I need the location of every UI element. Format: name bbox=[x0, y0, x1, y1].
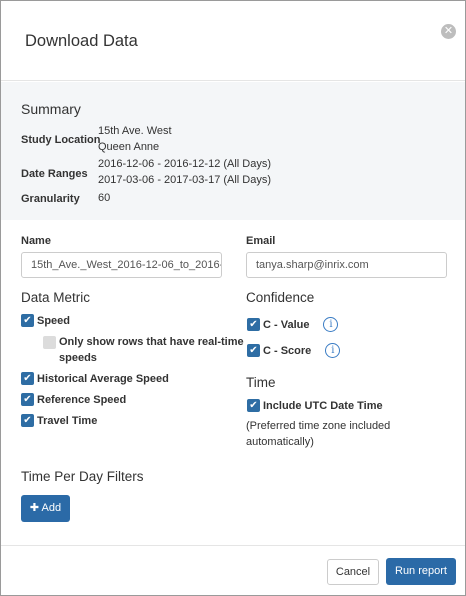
check-icon: ✔ bbox=[21, 314, 34, 327]
add-label: Add bbox=[41, 502, 62, 514]
close-icon[interactable]: ✕ bbox=[441, 24, 456, 39]
filters-title: Time Per Day Filters bbox=[21, 469, 144, 484]
time-title: Time bbox=[246, 375, 276, 390]
dialog-footer: Cancel Run report bbox=[1, 545, 465, 595]
add-filter-button[interactable]: ✚ Add bbox=[21, 495, 70, 522]
name-input[interactable]: 15th_Ave._West_2016-12-06_to_2016- bbox=[21, 252, 222, 278]
email-label: Email bbox=[246, 235, 276, 247]
check-icon: ✔ bbox=[247, 399, 260, 412]
date-range-2: 2017-03-06 - 2017-03-17 (All Days) bbox=[98, 173, 272, 186]
run-report-button[interactable]: Run report bbox=[386, 558, 456, 585]
study-location-label: Study Location bbox=[21, 134, 101, 146]
study-location-value: 15th Ave. West Queen Anne bbox=[98, 124, 172, 155]
utc-label: Include UTC Date Time bbox=[263, 399, 383, 412]
plus-icon: ✚ bbox=[29, 502, 40, 514]
historical-checkbox[interactable]: ✔ Historical Average Speed bbox=[21, 372, 169, 385]
reference-checkbox[interactable]: ✔ Reference Speed bbox=[21, 393, 126, 406]
realtime-checkbox[interactable]: Only show rows that have real-time speeds bbox=[43, 335, 244, 366]
time-note-line1: (Preferred time zone included bbox=[246, 420, 391, 432]
download-data-dialog: Download Data ✕ Summary Study Location 1… bbox=[0, 0, 466, 596]
date-range-1: 2016-12-06 - 2016-12-12 (All Days) bbox=[98, 158, 272, 170]
cancel-button[interactable]: Cancel bbox=[327, 559, 379, 585]
data-metric-title: Data Metric bbox=[21, 290, 91, 305]
travel-time-checkbox[interactable]: ✔ Travel Time bbox=[21, 414, 97, 427]
time-note: (Preferred time zone included automatica… bbox=[246, 419, 390, 450]
date-ranges-label: Date Ranges bbox=[21, 168, 88, 180]
reference-label: Reference Speed bbox=[37, 393, 127, 406]
granularity-value: 60 bbox=[98, 192, 111, 204]
c-value-checkbox[interactable]: ✔ C - Value i bbox=[247, 317, 339, 332]
study-location-line2: Queen Anne bbox=[98, 140, 160, 153]
realtime-label: Only show rows that have real-time speeds bbox=[59, 336, 244, 364]
summary-title: Summary bbox=[21, 101, 81, 117]
info-icon[interactable]: i bbox=[323, 317, 339, 332]
c-score-checkbox[interactable]: ✔ C - Score i bbox=[247, 343, 341, 358]
name-label: Name bbox=[21, 235, 51, 247]
email-input[interactable]: tanya.sharp@inrix.com bbox=[246, 252, 447, 278]
study-location-line1: 15th Ave. West bbox=[98, 125, 172, 137]
travel-time-label: Travel Time bbox=[37, 414, 98, 427]
check-icon: ✔ bbox=[247, 318, 260, 331]
summary-panel: Summary Study Location 15th Ave. West Qu… bbox=[1, 82, 465, 220]
info-icon[interactable]: i bbox=[325, 343, 341, 358]
utc-checkbox[interactable]: ✔ Include UTC Date Time bbox=[247, 399, 383, 412]
check-icon: ✔ bbox=[21, 372, 34, 385]
check-icon: ✔ bbox=[21, 393, 34, 406]
date-ranges-value: 2016-12-06 - 2016-12-12 (All Days) 2017-… bbox=[98, 157, 271, 188]
historical-label: Historical Average Speed bbox=[37, 372, 169, 385]
speed-checkbox[interactable]: ✔ Speed bbox=[21, 314, 70, 327]
time-note-line2: automatically) bbox=[246, 435, 314, 448]
check-icon: ✔ bbox=[247, 344, 260, 357]
granularity-label: Granularity bbox=[21, 193, 80, 205]
c-score-label: C - Score bbox=[263, 344, 312, 357]
checkbox-empty-icon bbox=[43, 336, 56, 349]
check-icon: ✔ bbox=[21, 414, 34, 427]
dialog-header: Download Data ✕ bbox=[1, 1, 465, 81]
speed-label: Speed bbox=[37, 314, 71, 327]
c-value-label: C - Value bbox=[263, 318, 310, 331]
dialog-title: Download Data bbox=[25, 32, 138, 50]
confidence-title: Confidence bbox=[246, 290, 315, 305]
